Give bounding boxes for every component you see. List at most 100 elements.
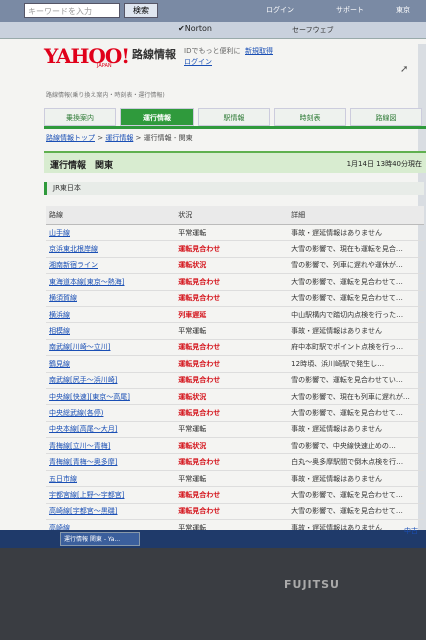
status-cell: 運転見合わせ [175,273,289,291]
detail-cell: 12時頃、浜川崎駅で発生し… [288,355,424,373]
toolbar-weather-button[interactable]: 東京 [396,4,410,17]
table-row: 湘南新宿ライン 運転状況 雪の影響で、列車に遅れや運休が… [46,257,424,275]
mouse-cursor-icon: ➚ [400,64,409,75]
status-cell: 運転見合わせ [175,453,289,471]
table-row: 鶴見線 運転見合わせ 12時頃、浜川崎駅で発生し… [46,355,424,373]
toolbar-login-button[interactable]: ログイン [266,4,294,17]
tab-service-info[interactable]: 運行情報 [120,108,194,126]
table-row: 南武線[川崎～立川] 運転見合わせ 府中本町駅でポイント点検を行っ… [46,339,424,357]
safeweb-button[interactable]: セーフウェブ [292,25,334,35]
detail-cell: 事故・遅延情報はありません [288,421,424,439]
detail-cell: 大雪の影響で、現在も運転を見合… [288,240,424,258]
header-status: 状況 [175,206,289,225]
breadcrumb-sep: > [133,134,144,142]
detail-cell: 事故・遅延情報はありません [288,322,424,340]
line-name-link[interactable]: 青梅線[立川～青梅] [46,437,176,455]
line-name-link[interactable]: 東海道本線[東京～熱海] [46,273,176,291]
table-row: 青梅線[立川～青梅] 運転状況 雪の影響で、中央線快速止めの… [46,437,424,455]
header-line: 路線 [46,206,176,225]
status-cell: 運転見合わせ [175,355,289,373]
detail-cell: 大雪の影響で、運転を見合わせて… [288,273,424,291]
detail-cell: 雪の影響で、運転を見合わせてい… [288,372,424,389]
line-name-link[interactable]: 横須賀線 [46,290,176,307]
status-cell: 運転状況 [175,388,289,406]
breadcrumb-service[interactable]: 運行情報 [105,134,133,142]
detail-cell: 雪の影響で、中央線快速止めの… [288,437,424,455]
status-table: 路線 状況 詳細 山手線 平常運転 事故・遅延情報はありません 京浜東北根岸線 運転見合… [46,206,424,548]
detail-cell: 府中本町駅でポイント点検を行っ… [288,339,424,357]
line-name-link[interactable]: 相模線 [46,322,176,340]
line-name-link[interactable]: 高崎線[宇都宮～黒磯] [46,503,176,521]
table-row: 高崎線[宇都宮～黒磯] 運転見合わせ 大雪の影響で、運転を見合わせて… [46,503,424,521]
line-name-link[interactable]: 横浜線 [46,306,176,324]
table-row: 山手線 平常運転 事故・遅延情報はありません [46,224,424,242]
tab-station[interactable]: 駅情報 [198,108,270,126]
search-button[interactable]: 検索 [124,3,158,18]
monitor-bezel [0,548,426,640]
section-title: JR東日本 [44,182,424,195]
login-link[interactable]: ログイン [184,57,212,67]
brand-label: FUJITSU [284,578,340,591]
status-cell: 平常運転 [175,322,289,340]
line-name-link[interactable]: 宇都宮線[上野～宇都宮] [46,486,176,504]
line-name-link[interactable]: 中央線[快速][東京～高尾] [46,388,176,406]
norton-button[interactable]: ✔Norton [178,24,212,33]
breadcrumb-sep: > [95,134,106,142]
table-row: 東海道本線[東京～熱海] 運転見合わせ 大雪の影響で、運転を見合わせて… [46,273,424,291]
detail-cell: 大雪の影響で、運転を見合わせて… [288,486,424,504]
detail-cell: 中山駅構内で踏切内点検を行った… [288,306,424,324]
table-row: 横須賀線 運転見合わせ 大雪の影響で、運転を見合わせて… [46,290,424,307]
table-row: 中央本線[高尾～大月] 平常運転 事故・遅延情報はありません [46,421,424,439]
status-cell: 運転見合わせ [175,404,289,422]
line-name-link[interactable]: 南武線[尻手～浜川崎] [46,372,176,389]
status-cell: 運転状況 [175,257,289,275]
table-row: 中央総武線(各停) 運転見合わせ 大雪の影響で、運転を見合わせて… [46,404,424,422]
table-row: 中央線[快速][東京～高尾] 運転状況 大雪の影響で、現在も列車に遅れが… [46,388,424,406]
breadcrumb-current: 運行情報 - 関東 [143,134,193,142]
search-input[interactable]: キーワードを入力 [24,3,120,18]
table-row: 横浜線 列車遅延 中山駅構内で踏切内点検を行った… [46,306,424,324]
detail-cell: 大雪の影響で、運転を見合わせて… [288,503,424,521]
line-name-link[interactable]: 中央本線[高尾～大月] [46,421,176,439]
line-name-link[interactable]: 南武線[川崎～立川] [46,339,176,357]
browser-toolbar-secondary [0,22,426,39]
status-cell: 運転見合わせ [175,503,289,521]
status-cell: 平常運転 [175,224,289,242]
tab-timetable[interactable]: 時刻表 [274,108,346,126]
site-title: 路線情報 [132,48,176,61]
taskbar: 運行情報 関東 - Ya... [0,530,426,548]
line-name-link[interactable]: 青梅線[青梅～奥多摩] [46,453,176,471]
side-link[interactable]: 中古 [404,526,418,536]
table-row: 相模線 平常運転 事故・遅延情報はありません [46,322,424,340]
update-timestamp: 1月14日 13時40分現在 [346,160,422,168]
breadcrumb-home[interactable]: 路線情報トップ [46,134,95,142]
table-row: 京浜東北根岸線 運転見合わせ 大雪の影響で、現在も運転を見合… [46,240,424,258]
tab-transfer[interactable]: 乗換案内 [44,108,116,126]
line-name-link[interactable]: 湘南新宿ライン [46,257,176,275]
status-cell: 運転見合わせ [175,486,289,504]
status-cell: 運転見合わせ [175,339,289,357]
status-cell: 平常運転 [175,470,289,488]
detail-cell: 大雪の影響で、運転を見合わせて… [288,290,424,307]
nav-tabs: 乗換案内 運行情報 駅情報 時刻表 路線図 [44,108,426,129]
yahoo-logo-sub: JAPAN [97,63,112,69]
page-title: 運行情報 関東 [50,161,114,171]
detail-cell: 事故・遅延情報はありません [288,224,424,242]
taskbar-window-button[interactable]: 運行情報 関東 - Ya... [60,532,140,546]
detail-cell: 雪の影響で、列車に遅れや運休が… [288,257,424,275]
header-text: IDでもっと便利に [184,47,241,55]
line-name-link[interactable]: 山手線 [46,224,176,242]
toolbar-support-button[interactable]: サポート [336,4,364,17]
tab-route-map[interactable]: 路線図 [350,108,422,126]
browser-toolbar: キーワードを入力 検索 ログイン サポート 東京 [0,0,426,22]
line-name-link[interactable]: 京浜東北根岸線 [46,240,176,258]
norton-label: Norton [184,24,212,33]
title-bar: 運行情報 関東 1月14日 13時40分現在 [44,151,426,173]
table-row: 宇都宮線[上野～宇都宮] 運転見合わせ 大雪の影響で、運転を見合わせて… [46,486,424,504]
top-breadcrumb: 路線情報(乗り換え案内・時刻表・運行情報) [46,92,165,99]
line-name-link[interactable]: 中央総武線(各停) [46,404,176,422]
line-name-link[interactable]: 五日市線 [46,470,176,488]
signup-link[interactable]: 新規取得 [245,46,273,56]
yahoo-logo[interactable]: YAHOO! [44,44,130,68]
line-name-link[interactable]: 鶴見線 [46,355,176,373]
